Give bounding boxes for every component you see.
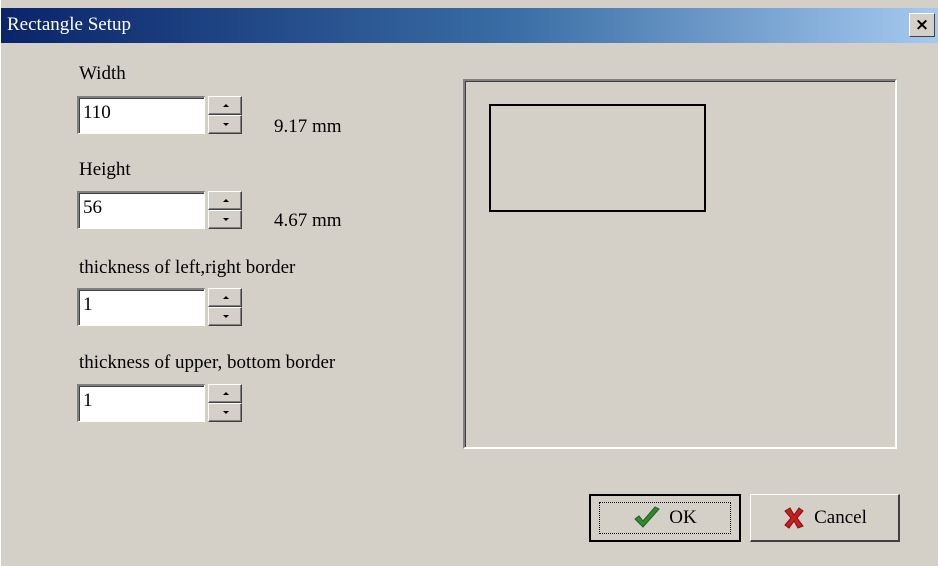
close-button[interactable]: × <box>909 13 935 37</box>
width-label: Width <box>79 63 126 84</box>
arrow-up-icon <box>223 392 229 395</box>
ok-button[interactable]: OK <box>589 494 741 542</box>
arrow-down-icon <box>223 411 229 414</box>
width-spinner[interactable] <box>208 96 242 134</box>
ub-border-thickness-input[interactable]: 1 <box>77 384 205 422</box>
ub-border-increment-button[interactable] <box>208 384 242 403</box>
height-mm-readout: 4.67 mm <box>274 210 342 231</box>
width-increment-button[interactable] <box>208 96 242 115</box>
height-decrement-button[interactable] <box>208 210 242 229</box>
title-bar[interactable]: Rectangle Setup × <box>1 8 938 43</box>
height-spinner[interactable] <box>208 191 242 229</box>
width-input[interactable]: 110 <box>77 96 205 134</box>
rectangle-setup-dialog: Rectangle Setup × Width 110 9.17 mm Heig… <box>0 0 938 566</box>
lr-border-increment-button[interactable] <box>208 288 242 307</box>
lr-border-thickness-input[interactable]: 1 <box>77 288 205 326</box>
cancel-button[interactable]: Cancel <box>750 494 900 542</box>
lr-border-thickness-label: thickness of left,right border <box>79 257 296 278</box>
cancel-button-label: Cancel <box>814 506 867 528</box>
width-decrement-button[interactable] <box>208 115 242 134</box>
arrow-down-icon <box>223 315 229 318</box>
ub-border-thickness-spinner[interactable] <box>208 384 242 422</box>
width-mm-readout: 9.17 mm <box>274 116 342 137</box>
arrow-up-icon <box>223 199 229 202</box>
x-mark-icon <box>782 506 806 530</box>
rectangle-preview-panel <box>463 79 897 449</box>
height-label: Height <box>79 159 131 180</box>
arrow-down-icon <box>223 123 229 126</box>
arrow-up-icon <box>223 104 229 107</box>
close-icon: × <box>914 15 930 35</box>
preview-rectangle <box>489 104 706 212</box>
arrow-up-icon <box>223 296 229 299</box>
height-increment-button[interactable] <box>208 191 242 210</box>
ub-border-decrement-button[interactable] <box>208 403 242 422</box>
focus-rectangle <box>599 502 731 534</box>
window-title: Rectangle Setup <box>7 14 131 35</box>
height-input[interactable]: 56 <box>77 191 205 229</box>
ub-border-thickness-label: thickness of upper, bottom border <box>79 352 336 373</box>
lr-border-decrement-button[interactable] <box>208 307 242 326</box>
lr-border-thickness-spinner[interactable] <box>208 288 242 326</box>
arrow-down-icon <box>223 218 229 221</box>
